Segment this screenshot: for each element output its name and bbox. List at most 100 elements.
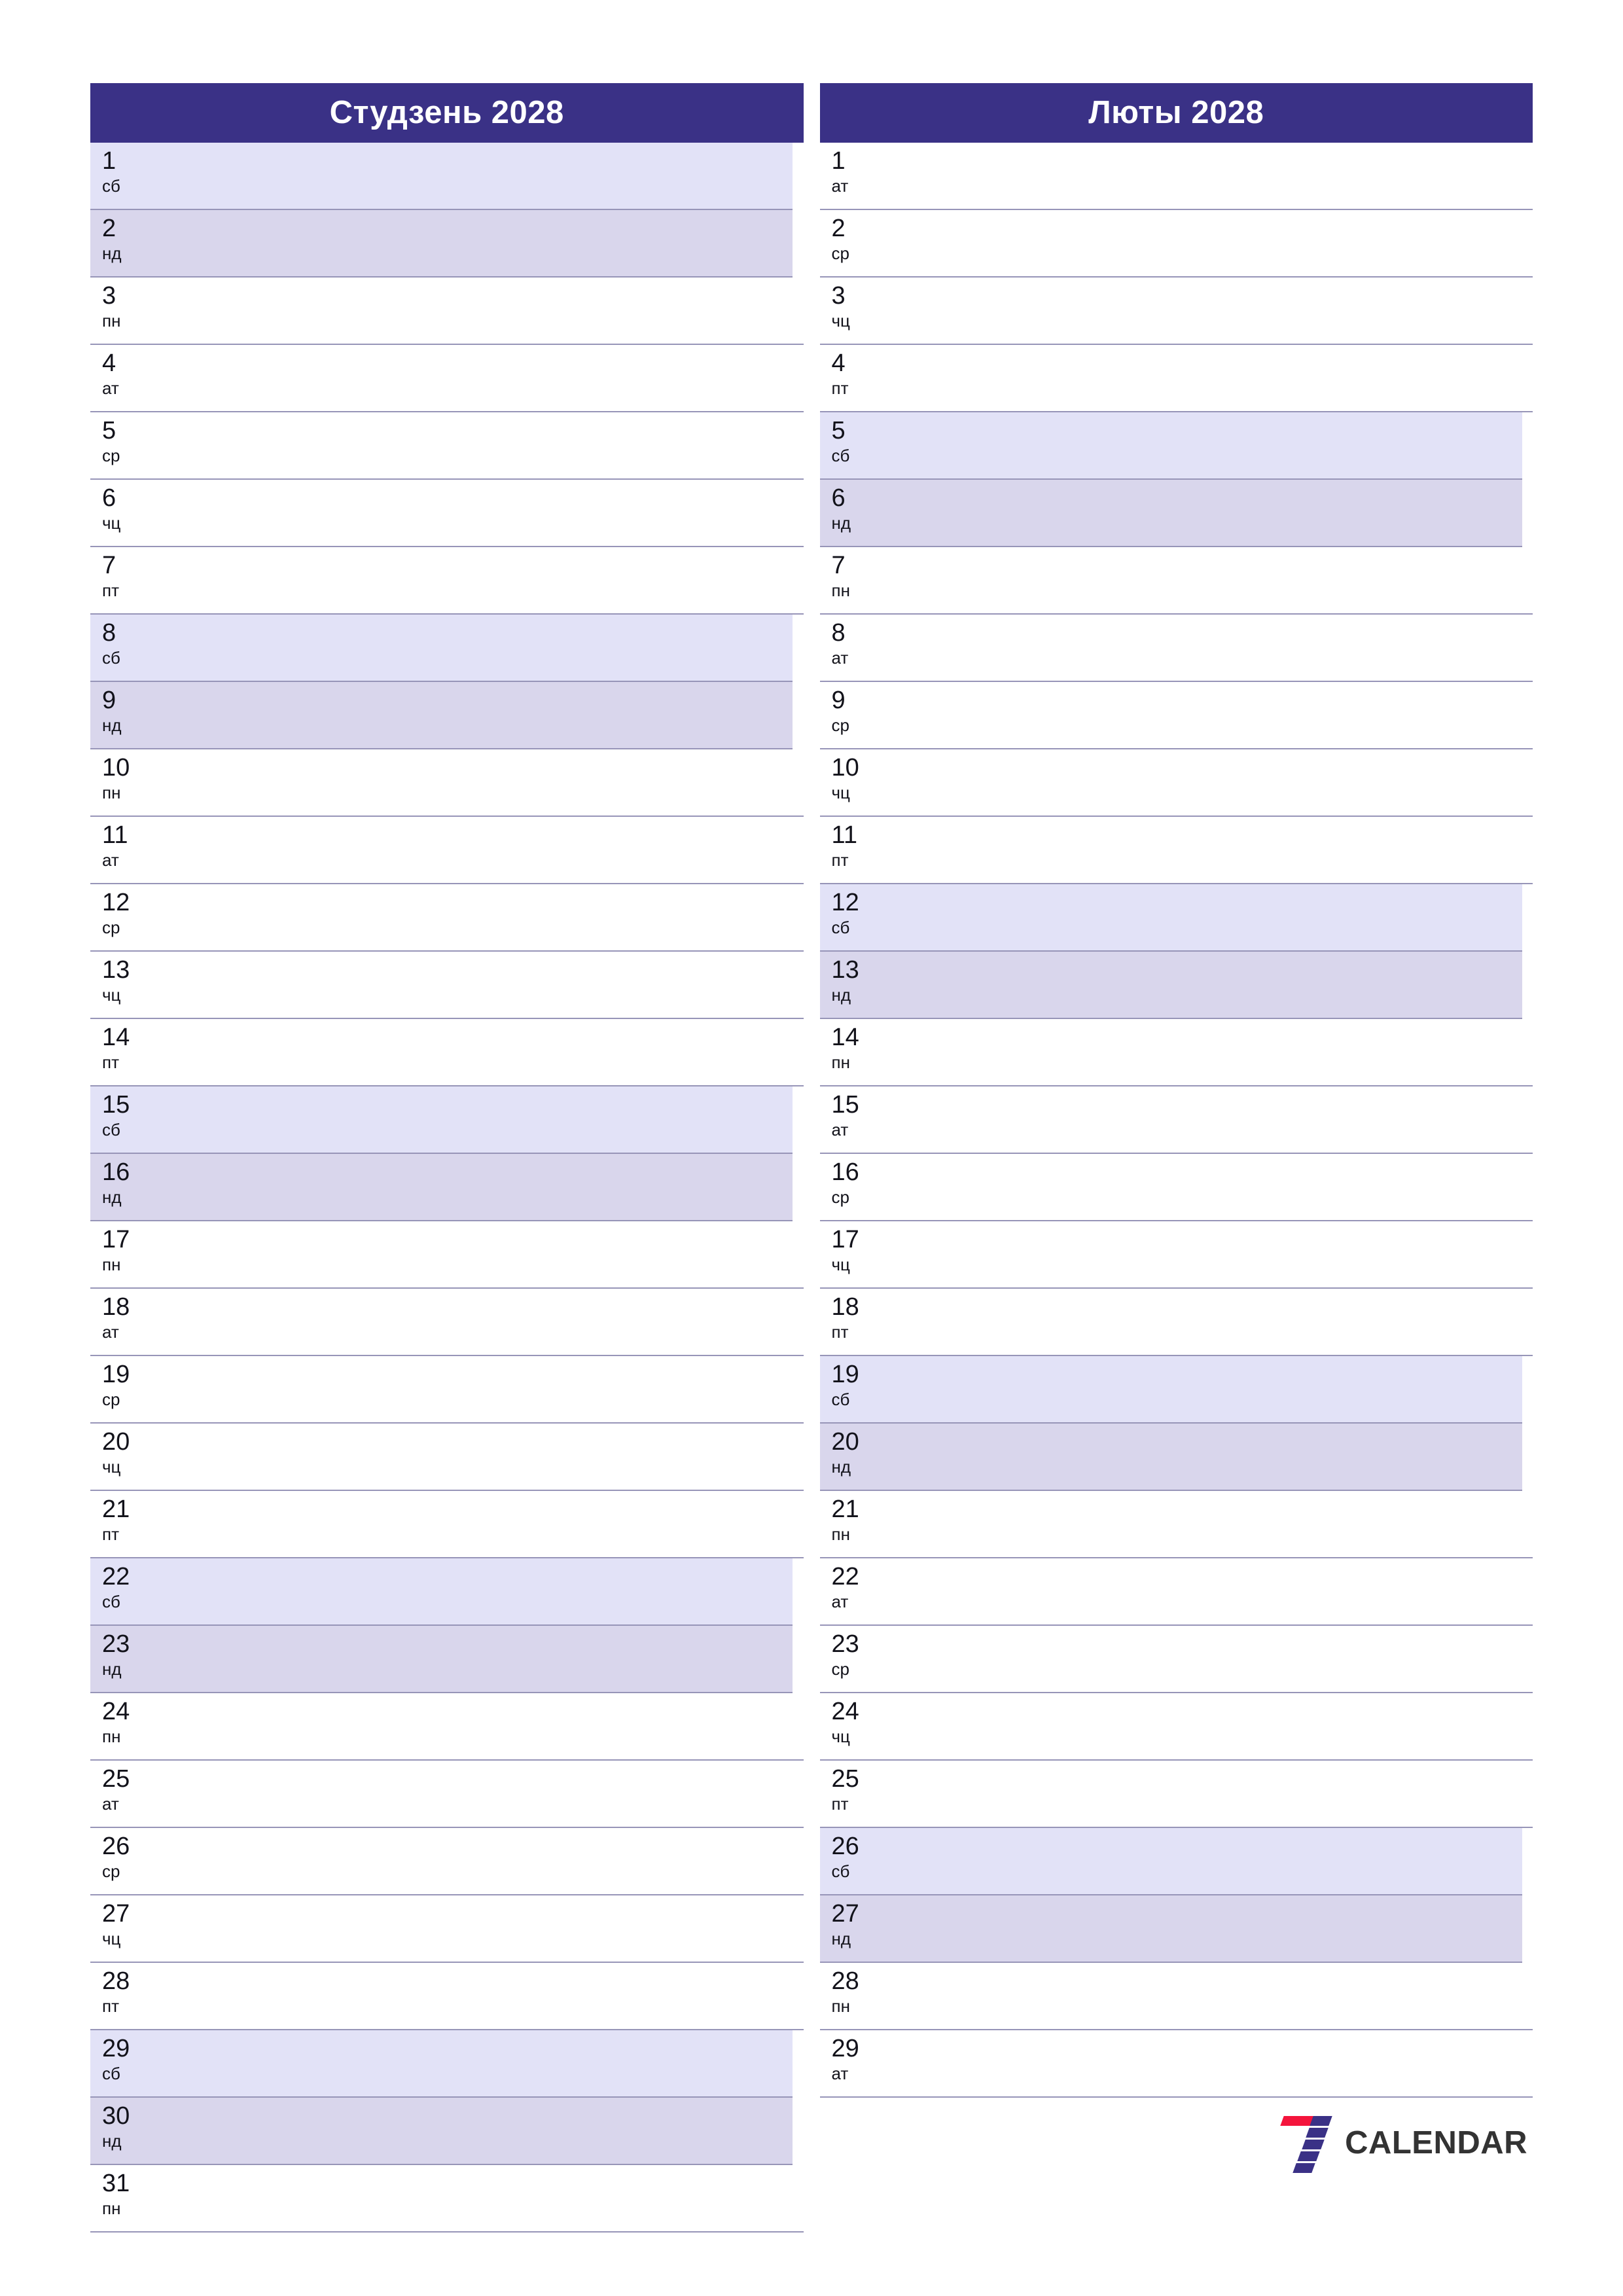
day-weekday-label: нд (831, 513, 851, 533)
seven-calendar-logo-icon (1280, 2115, 1333, 2173)
day-number: 4 (102, 350, 116, 377)
day-number: 5 (102, 417, 116, 444)
day-row[interactable]: 17 пн (90, 1221, 804, 1289)
day-row[interactable]: 9 нд (90, 682, 793, 749)
day-row[interactable]: 17 чц (819, 1221, 1533, 1289)
day-row[interactable]: 6 нд (819, 480, 1522, 547)
day-row[interactable]: 28 пн (819, 1963, 1533, 2030)
day-number: 12 (102, 889, 130, 916)
day-row[interactable]: 3 пн (90, 278, 804, 345)
day-row[interactable]: 21 пн (819, 1491, 1533, 1558)
day-row[interactable]: 16 нд (90, 1154, 793, 1221)
day-row[interactable]: 14 пт (90, 1019, 804, 1086)
day-row[interactable]: 11 ат (90, 817, 804, 884)
day-row[interactable]: 8 сб (90, 615, 793, 682)
day-row[interactable]: 20 нд (819, 1424, 1522, 1491)
day-number: 10 (831, 754, 859, 781)
day-row[interactable]: 5 сб (819, 412, 1522, 480)
day-row[interactable]: 13 чц (90, 952, 804, 1019)
day-number: 21 (102, 1496, 130, 1523)
day-row[interactable]: 20 чц (90, 1424, 804, 1491)
day-number: 21 (831, 1496, 859, 1523)
day-number: 12 (831, 889, 859, 916)
day-weekday-label: пн (831, 1996, 850, 2016)
day-row[interactable]: 24 чц (819, 1693, 1533, 1761)
day-row[interactable]: 9 ср (819, 682, 1533, 749)
day-row[interactable]: 11 пт (819, 817, 1533, 884)
day-number: 24 (102, 1698, 130, 1725)
day-row[interactable]: 14 пн (819, 1019, 1533, 1086)
day-row[interactable]: 29 ат (819, 2030, 1533, 2098)
day-number: 29 (831, 2035, 859, 2062)
day-weekday-label: сб (102, 176, 120, 196)
day-row[interactable]: 8 ат (819, 615, 1533, 682)
day-row[interactable]: 19 сб (819, 1356, 1522, 1424)
day-row[interactable]: 28 пт (90, 1963, 804, 2030)
day-row[interactable]: 12 сб (819, 884, 1522, 952)
day-row[interactable]: 30 нд (90, 2098, 793, 2165)
day-number: 23 (102, 1630, 130, 1658)
day-weekday-label: чц (102, 985, 121, 1005)
day-row[interactable]: 13 нд (819, 952, 1522, 1019)
day-row[interactable]: 23 ср (819, 1626, 1533, 1693)
day-weekday-label: нд (831, 1929, 851, 1948)
day-number: 18 (102, 1293, 130, 1321)
day-row[interactable]: 12 ср (90, 884, 804, 952)
day-row[interactable]: 4 ат (90, 345, 804, 412)
day-number: 5 (831, 417, 846, 444)
day-row[interactable]: 5 ср (90, 412, 804, 480)
day-row[interactable]: 7 пн (819, 547, 1533, 615)
day-row[interactable]: 1 ат (819, 143, 1533, 210)
day-row[interactable]: 19 ср (90, 1356, 804, 1424)
day-row[interactable]: 25 ат (90, 1761, 804, 1828)
day-weekday-label: ат (102, 378, 119, 398)
day-row[interactable]: 10 чц (819, 749, 1533, 817)
day-row[interactable]: 21 пт (90, 1491, 804, 1558)
day-row[interactable]: 10 пн (90, 749, 804, 817)
day-weekday-label: чц (102, 1457, 121, 1477)
day-row[interactable]: 4 пт (819, 345, 1533, 412)
day-number: 17 (831, 1226, 859, 1253)
day-row[interactable]: 1 сб (90, 143, 793, 210)
day-weekday-label: пн (102, 2198, 121, 2218)
day-row[interactable]: 26 сб (819, 1828, 1522, 1895)
day-row[interactable]: 6 чц (90, 480, 804, 547)
day-number: 25 (102, 1765, 130, 1793)
day-number: 3 (102, 282, 116, 310)
day-weekday-label: пн (102, 1727, 121, 1746)
day-number: 10 (102, 754, 130, 781)
day-row[interactable]: 22 сб (90, 1558, 793, 1626)
day-number: 18 (831, 1293, 859, 1321)
day-row[interactable]: 23 нд (90, 1626, 793, 1693)
day-row[interactable]: 25 пт (819, 1761, 1533, 1828)
day-weekday-label: ат (831, 1592, 849, 1611)
day-row[interactable]: 27 чц (90, 1895, 804, 1963)
day-row[interactable]: 18 ат (90, 1289, 804, 1356)
day-weekday-label: сб (102, 1592, 120, 1611)
day-row[interactable]: 15 ат (819, 1086, 1533, 1154)
day-number: 23 (831, 1630, 859, 1658)
day-number: 19 (831, 1361, 859, 1388)
day-row[interactable]: 16 ср (819, 1154, 1533, 1221)
month-title-january: Студзень 2028 (329, 95, 564, 130)
day-weekday-label: ат (102, 1794, 119, 1814)
day-row[interactable]: 7 пт (90, 547, 804, 615)
day-row[interactable]: 31 пн (90, 2165, 804, 2233)
day-row[interactable]: 15 сб (90, 1086, 793, 1154)
day-number: 7 (831, 552, 846, 579)
day-row[interactable]: 29 сб (90, 2030, 793, 2098)
day-row[interactable]: 26 ср (90, 1828, 804, 1895)
day-weekday-label: ср (102, 1861, 120, 1881)
day-row[interactable]: 22 ат (819, 1558, 1533, 1626)
day-row[interactable]: 27 нд (819, 1895, 1522, 1963)
brand-name: CALENDAR (1345, 2125, 1527, 2161)
day-row[interactable]: 3 чц (819, 278, 1533, 345)
day-row[interactable]: 2 ср (819, 210, 1533, 278)
day-number: 24 (831, 1698, 859, 1725)
day-weekday-label: нд (102, 1659, 122, 1679)
day-row[interactable]: 18 пт (819, 1289, 1533, 1356)
day-row[interactable]: 2 нд (90, 210, 793, 278)
month-header-february: Люты 2028 (819, 83, 1533, 143)
day-row[interactable]: 24 пн (90, 1693, 804, 1761)
day-weekday-label: пт (831, 1794, 849, 1814)
